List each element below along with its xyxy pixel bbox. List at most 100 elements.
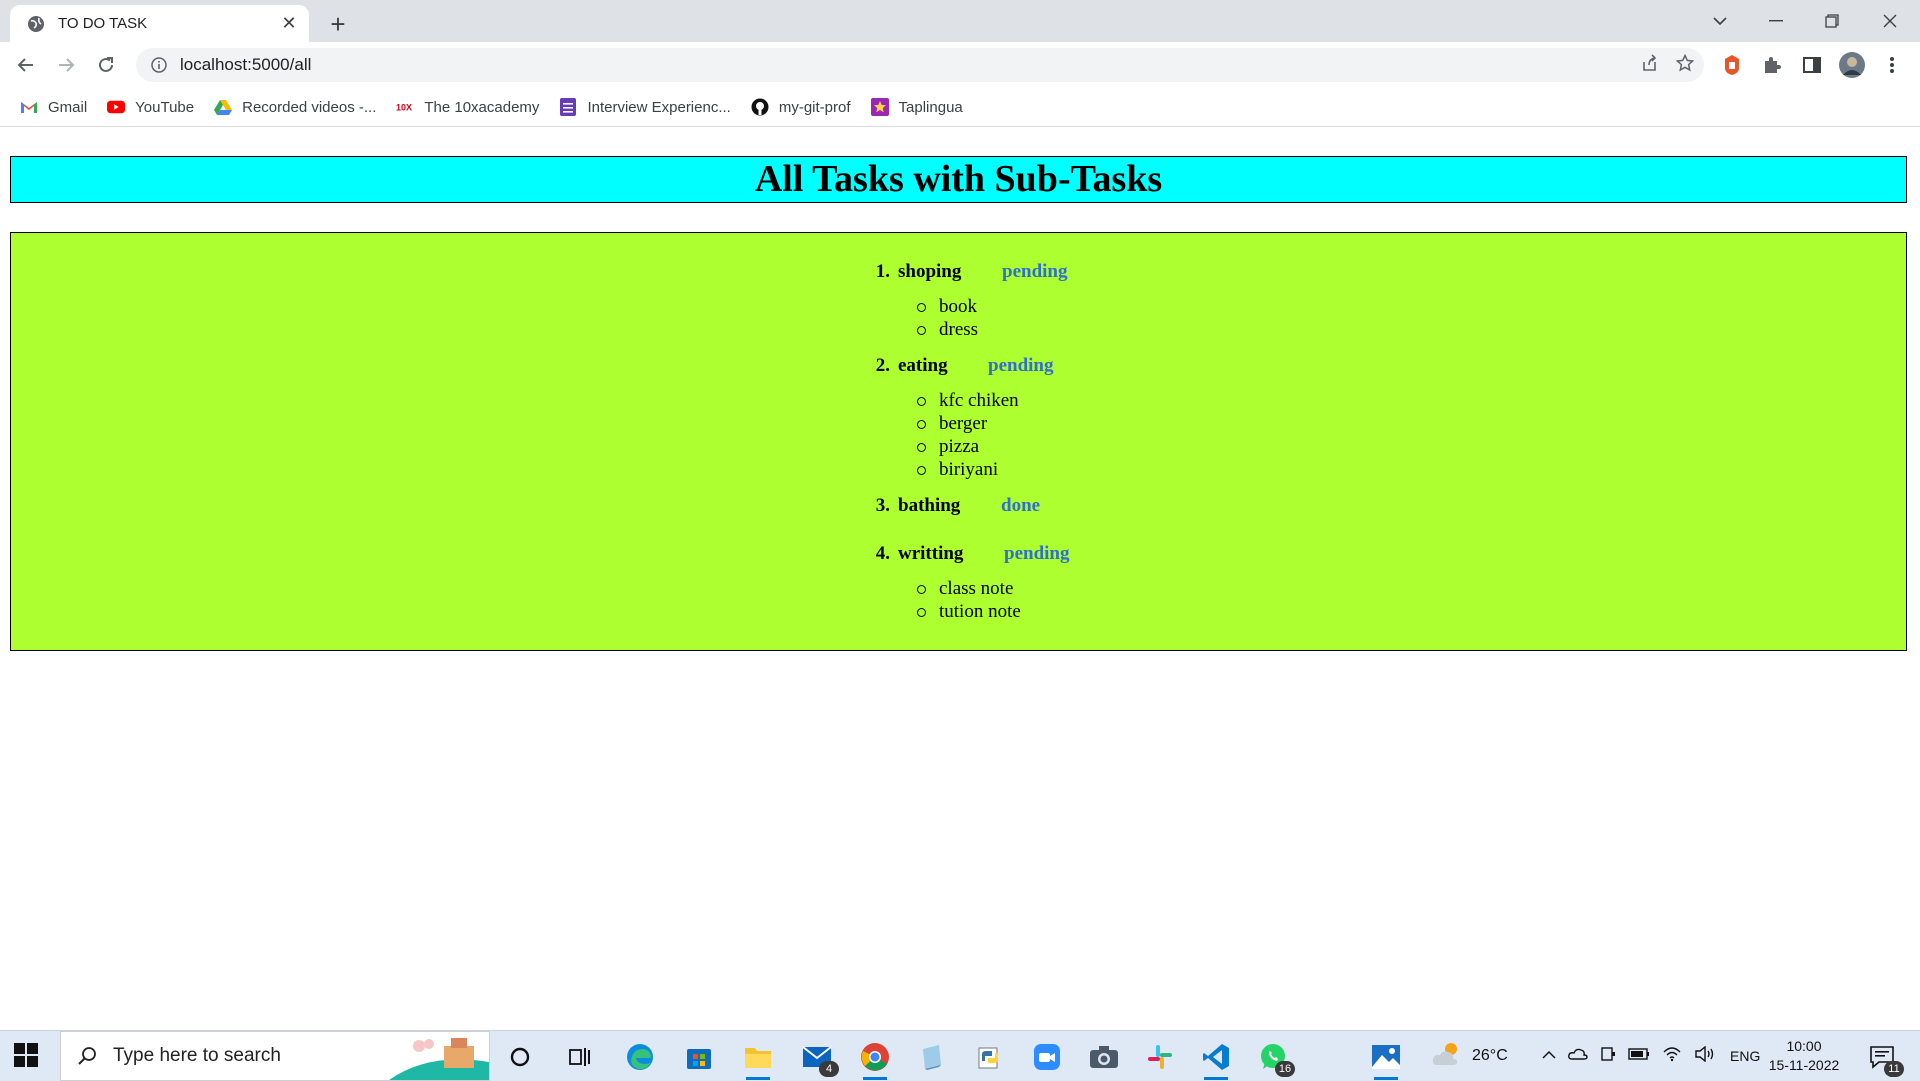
chevron-up-icon[interactable] bbox=[1542, 1047, 1556, 1065]
slack-icon[interactable] bbox=[1140, 1037, 1180, 1077]
subtask-item: kfc chiken bbox=[917, 389, 1019, 412]
whatsapp-icon[interactable]: 16 bbox=[1253, 1037, 1295, 1077]
bookmark-label: my-git-prof bbox=[778, 98, 851, 116]
task-name: bathing bbox=[898, 495, 961, 516]
bookmarks-bar: Gmail YouTube Recorded videos -... 10X T… bbox=[0, 88, 1920, 127]
bookmark-my-git-prof[interactable]: my-git-prof bbox=[751, 98, 851, 116]
weather-temperature: 26°C bbox=[1472, 1047, 1508, 1064]
cortana-icon[interactable] bbox=[500, 1037, 540, 1077]
share-icon[interactable] bbox=[1640, 53, 1658, 77]
site-info-icon[interactable] bbox=[150, 56, 168, 74]
subtask-item: dress bbox=[917, 318, 978, 341]
task-number: 4. bbox=[875, 543, 890, 564]
task-view-icon[interactable] bbox=[560, 1037, 600, 1077]
bookmark-label: The 10xacademy bbox=[424, 98, 540, 116]
task-name: writting bbox=[898, 543, 964, 564]
zoom-icon[interactable] bbox=[1027, 1037, 1067, 1077]
subtask-list: kfc chiken berger pizza biriyani bbox=[917, 389, 1019, 481]
file-explorer-icon[interactable] bbox=[738, 1037, 778, 1080]
restore-button[interactable] bbox=[1804, 0, 1860, 42]
reload-button[interactable] bbox=[90, 49, 122, 81]
task-status: pending bbox=[1004, 543, 1070, 564]
bookmark-star-icon[interactable] bbox=[1675, 53, 1695, 77]
google-drive-icon bbox=[214, 98, 233, 116]
store-icon[interactable] bbox=[679, 1037, 719, 1077]
search-icon bbox=[75, 1044, 99, 1068]
weather-cloudy-sun-icon bbox=[1432, 1041, 1462, 1072]
vscode-icon[interactable] bbox=[1196, 1037, 1236, 1080]
taskbar-search-input[interactable]: Type here to search bbox=[60, 1031, 490, 1081]
photos-icon[interactable] bbox=[1366, 1037, 1406, 1080]
bookmark-gmail[interactable]: Gmail bbox=[20, 98, 87, 116]
circle-bullet-icon bbox=[917, 397, 926, 406]
menu-dots-icon[interactable] bbox=[1878, 51, 1906, 79]
tab-strip: TO DO TASK ✕ + bbox=[0, 0, 1920, 42]
tab-title: TO DO TASK bbox=[58, 15, 148, 32]
whatsapp-badge: 16 bbox=[1275, 1061, 1295, 1077]
python-icon[interactable] bbox=[970, 1037, 1010, 1077]
notepad-icon[interactable] bbox=[912, 1037, 952, 1077]
tab-search-icon[interactable] bbox=[1692, 0, 1748, 42]
subtask-item: book bbox=[917, 295, 978, 318]
bookmark-youtube[interactable]: YouTube bbox=[107, 98, 194, 116]
search-highlight-image bbox=[389, 1038, 489, 1080]
subtask-item: berger bbox=[917, 412, 1019, 435]
tab-active[interactable]: TO DO TASK ✕ bbox=[10, 5, 309, 42]
minimize-button[interactable] bbox=[1748, 0, 1804, 42]
subtask-item: class note bbox=[917, 577, 1021, 600]
circle-bullet-icon bbox=[917, 466, 926, 475]
bookmark-10xacademy[interactable]: 10X The 10xacademy bbox=[396, 98, 539, 116]
system-tray: ENG bbox=[1542, 1031, 1760, 1081]
chrome-icon[interactable] bbox=[855, 1037, 895, 1080]
edge-icon[interactable] bbox=[620, 1037, 660, 1077]
bookmark-recorded-videos[interactable]: Recorded videos -... bbox=[214, 98, 376, 116]
tasks-panel: 1. shoping pending book dress 2. eating … bbox=[10, 232, 1907, 651]
task-name: shoping bbox=[898, 261, 962, 282]
task-status: pending bbox=[1002, 261, 1068, 282]
subtask-label: book bbox=[939, 296, 977, 317]
onedrive-cloud-icon[interactable] bbox=[1568, 1047, 1588, 1066]
bookmark-taplingua[interactable]: Taplingua bbox=[870, 98, 963, 116]
subtask-label: biriyani bbox=[939, 459, 999, 480]
back-button[interactable] bbox=[10, 49, 42, 81]
clock[interactable]: 10:00 15-11-2022 bbox=[1762, 1037, 1846, 1075]
windows-start-icon[interactable] bbox=[14, 1043, 40, 1069]
volume-icon[interactable] bbox=[1694, 1045, 1716, 1067]
wifi-icon[interactable] bbox=[1662, 1046, 1682, 1067]
taskbar: Type here to search 4 16 26°C ENG 10:00 … bbox=[0, 1030, 1920, 1081]
search-placeholder: Type here to search bbox=[113, 1045, 281, 1066]
task-name: eating bbox=[898, 355, 948, 376]
bookmark-interview-experience[interactable]: Interview Experienc... bbox=[559, 98, 731, 116]
mail-icon[interactable]: 4 bbox=[797, 1037, 839, 1077]
clock-date: 15-11-2022 bbox=[1768, 1057, 1840, 1073]
page-title: All Tasks with Sub-Tasks bbox=[10, 156, 1907, 203]
device-icon[interactable] bbox=[1600, 1046, 1616, 1067]
address-bar[interactable]: localhost:5000/all bbox=[136, 48, 1704, 82]
new-tab-button[interactable]: + bbox=[322, 8, 354, 40]
extension-icon[interactable] bbox=[1718, 51, 1746, 79]
svg-text:10X: 10X bbox=[396, 103, 412, 112]
language-indicator[interactable]: ENG bbox=[1730, 1048, 1760, 1064]
camera-icon[interactable] bbox=[1084, 1037, 1124, 1077]
bookmark-label: Gmail bbox=[48, 98, 88, 116]
close-window-button[interactable] bbox=[1862, 0, 1918, 42]
url-text[interactable]: localhost:5000/all bbox=[180, 55, 311, 75]
extensions-puzzle-icon[interactable] bbox=[1758, 51, 1786, 79]
subtask-label: dress bbox=[939, 319, 979, 340]
notification-center-icon[interactable]: 11 bbox=[1862, 1037, 1904, 1077]
mail-badge: 4 bbox=[819, 1061, 839, 1077]
battery-icon[interactable] bbox=[1628, 1047, 1650, 1065]
tab-close-icon[interactable]: ✕ bbox=[275, 10, 303, 38]
10x-icon: 10X bbox=[396, 98, 414, 116]
clock-time: 10:00 bbox=[1786, 1038, 1822, 1054]
side-panel-icon[interactable] bbox=[1798, 51, 1826, 79]
subtask-label: kfc chiken bbox=[939, 390, 1019, 411]
github-icon bbox=[751, 98, 769, 116]
weather-widget[interactable]: 26°C bbox=[1432, 1031, 1508, 1081]
circle-bullet-icon bbox=[917, 303, 926, 312]
subtask-label: class note bbox=[939, 578, 1014, 599]
profile-avatar[interactable] bbox=[1838, 51, 1866, 79]
forward-button[interactable] bbox=[50, 49, 82, 81]
task-number: 2. bbox=[875, 355, 890, 376]
task-number: 3. bbox=[875, 495, 890, 516]
